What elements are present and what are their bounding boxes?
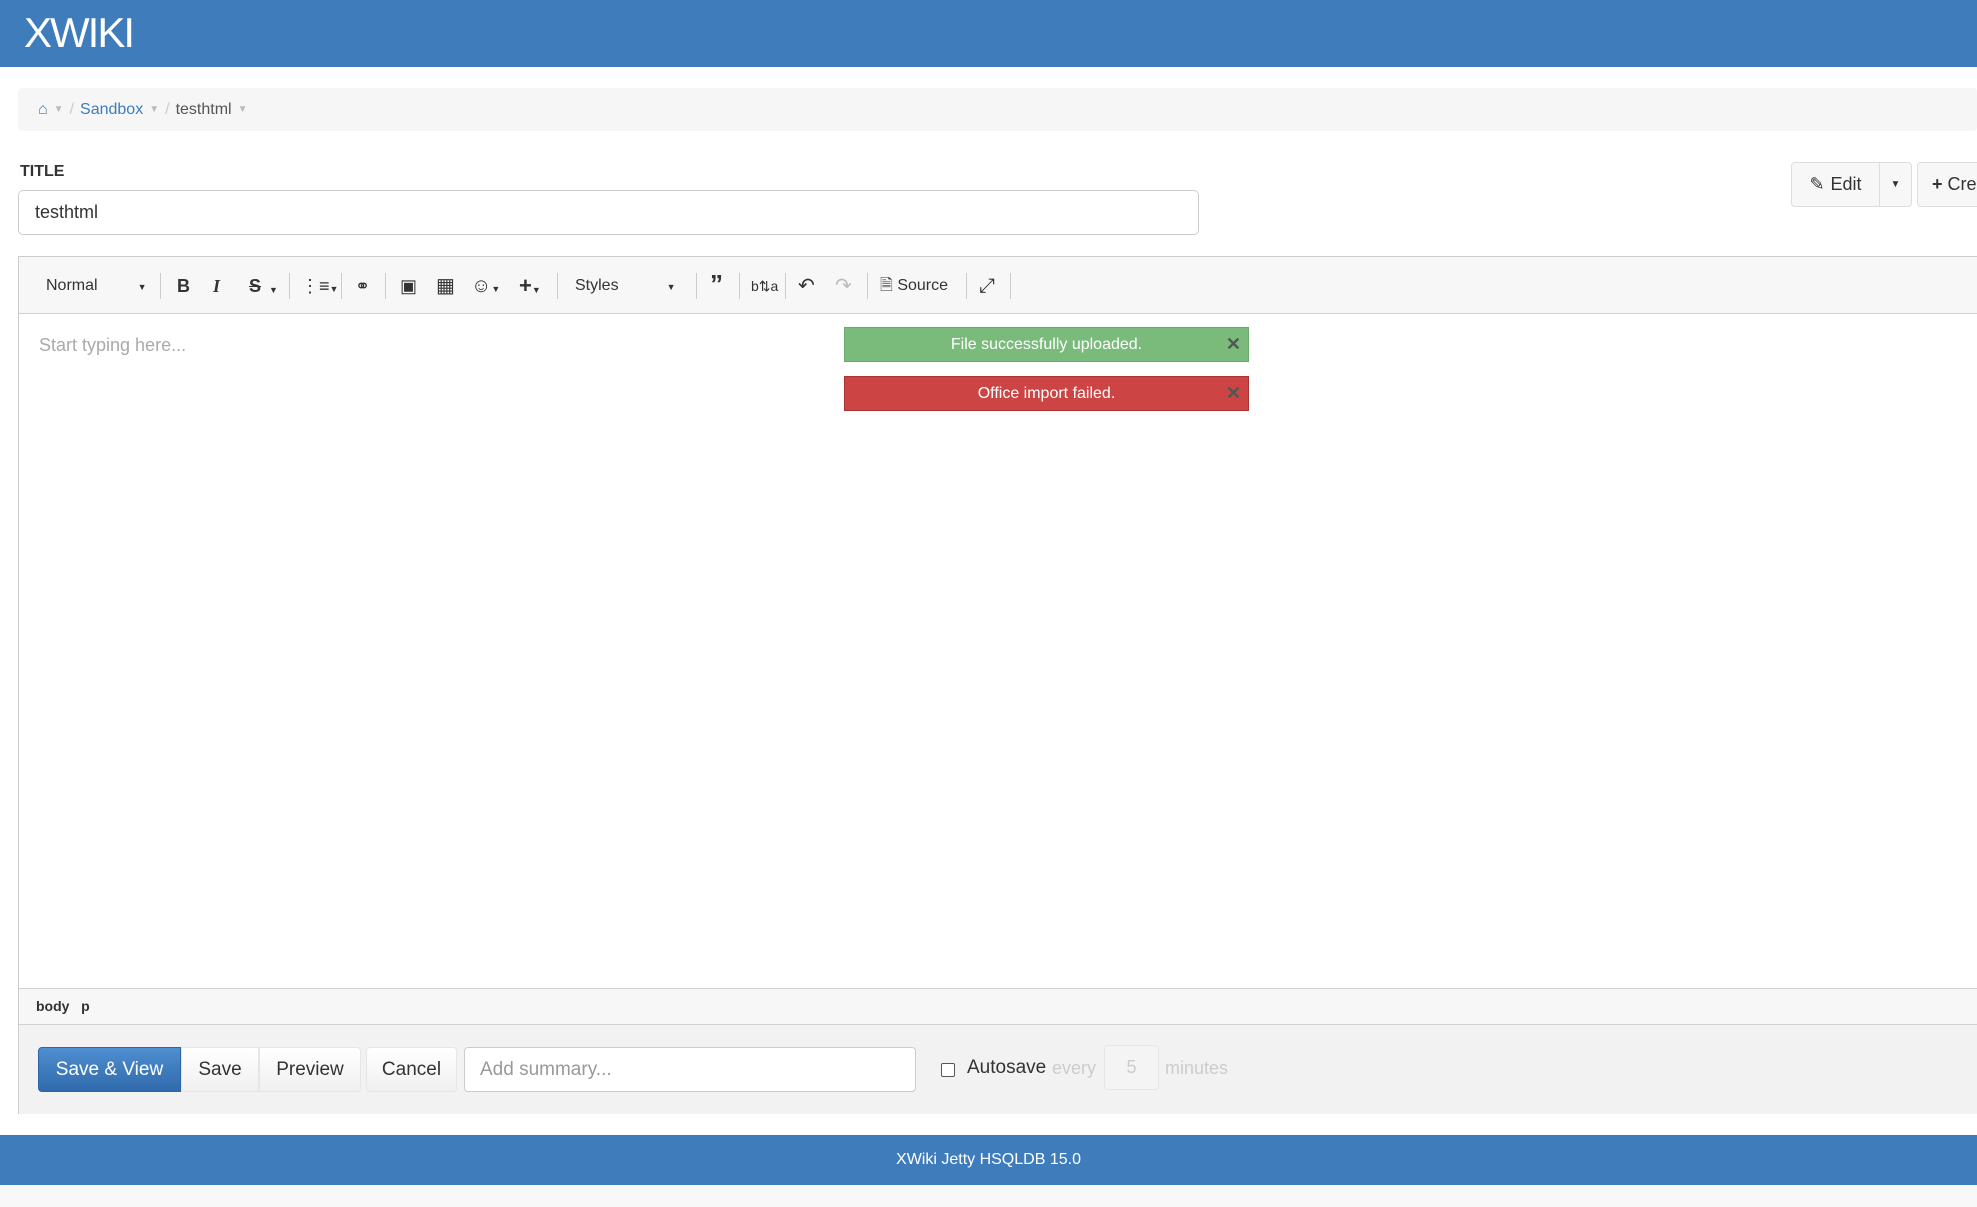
title-input[interactable]: testhtml [18,190,1199,235]
emoji-icon[interactable]: ☺▼ [471,275,500,300]
breadcrumb-sandbox[interactable]: Sandbox [80,101,143,119]
breadcrumb-separator: / [165,100,170,118]
error-notification: Office import failed. ✕ [844,376,1249,411]
styles-label: Styles [575,277,619,294]
xwiki-logo[interactable]: XWIKI [24,10,135,56]
path-p[interactable]: p [81,998,90,1014]
preview-button[interactable]: Preview [259,1047,361,1092]
blockquote-icon[interactable]: ” [710,271,723,297]
create-button[interactable]: + Cre [1917,162,1977,207]
toolbar-separator [696,273,697,299]
plus-icon: + [1932,174,1943,194]
close-icon[interactable]: ✕ [1226,328,1241,361]
cancel-button[interactable]: Cancel [366,1047,457,1092]
italic-icon[interactable]: I [213,275,220,297]
save-and-view-button[interactable]: Save & View [38,1047,181,1092]
edit-dropdown-button[interactable]: ▼ [1879,162,1912,207]
format-label: Normal [46,277,98,294]
toolbar-separator [160,273,161,299]
top-navbar: XWIKI [0,0,1977,67]
caret-down-icon[interactable]: ▼ [238,104,248,115]
styles-select[interactable]: Styles ▼ [575,275,676,298]
autosave-minutes-input[interactable]: 5 [1104,1045,1159,1090]
table-icon[interactable]: ▦ [436,275,455,297]
plus-icon[interactable]: +▼ [519,275,541,301]
notification-text: File successfully uploaded. [950,336,1143,353]
bold-icon[interactable]: B [177,275,190,297]
toolbar-separator [785,273,786,299]
home-icon[interactable]: ⌂ [38,101,48,119]
edit-label: Edit [1830,174,1862,194]
footer-text: XWiki Jetty HSQLDB 15.0 [896,1151,1081,1168]
toolbar-separator [1010,273,1011,299]
toolbar-separator [341,273,342,299]
toolbar-separator [289,273,290,299]
source-label: Source [897,277,949,294]
notification-text: Office import failed. [977,385,1116,402]
edit-actions-bar: Save & View Save Preview Cancel Add summ… [19,1025,1977,1114]
save-button[interactable]: Save [181,1047,259,1092]
image-icon[interactable]: ▣ [400,275,417,297]
wysiwyg-editor: Normal ▼ B I S ▼ ⋮≡▼ ⚭ ▣ ▦ ☺▼ +▼ Styles ▼ … [18,256,1977,1114]
source-button[interactable]: 🗎 Source [880,275,948,297]
text-direction-icon[interactable]: b⇅a [751,275,778,297]
breadcrumb: ⌂ ▼ / Sandbox ▼ / testhtml ▼ [18,88,1977,131]
minutes-label: minutes [1165,1058,1229,1078]
caret-down-icon: ▼ [137,282,147,292]
editor-placeholder[interactable]: Start typing here... [39,335,186,356]
source-icon: 🗎 [880,277,893,294]
redo-icon[interactable]: ↷ [835,275,852,297]
toolbar-separator [966,273,967,299]
summary-input[interactable]: Add summary... [464,1047,916,1092]
toolbar-separator [739,273,740,299]
path-body[interactable]: body [36,998,69,1014]
toolbar-separator [867,273,868,299]
page-bottom [0,1185,1977,1207]
caret-down-icon[interactable]: ▼ [269,279,278,301]
success-notification: File successfully uploaded. ✕ [844,327,1249,362]
caret-down-icon: ▼ [1890,179,1901,190]
toolbar-separator [385,273,386,299]
bulleted-list-icon[interactable]: ⋮≡▼ [301,275,338,300]
maximize-icon[interactable]: ⤢ [979,275,995,297]
breadcrumb-separator: / [69,100,75,118]
breadcrumb-current[interactable]: testhtml [176,101,232,119]
element-path-bar: body p [19,988,1977,1025]
link-icon[interactable]: ⚭ [355,275,370,297]
format-select[interactable]: Normal ▼ [46,275,146,298]
close-icon[interactable]: ✕ [1226,377,1241,410]
strikethrough-icon[interactable]: S [249,275,261,297]
autosave-label: Autosave [967,1057,1047,1078]
caret-down-icon: ▼ [666,282,676,292]
pencil-icon: ✎ [1809,174,1825,194]
caret-down-icon[interactable]: ▼ [149,104,159,115]
undo-icon[interactable]: ↶ [798,275,815,297]
edit-button[interactable]: ✎ Edit [1791,162,1880,207]
toolbar-separator [557,273,558,299]
create-label: Cre [1947,174,1977,194]
editor-toolbar: Normal ▼ B I S ▼ ⋮≡▼ ⚭ ▣ ▦ ☺▼ +▼ Styles ▼ … [19,257,1977,314]
footer: XWiki Jetty HSQLDB 15.0 [0,1135,1977,1185]
title-label: TITLE [20,163,65,180]
caret-down-icon[interactable]: ▼ [54,104,64,115]
every-label: every [1052,1058,1097,1078]
autosave-checkbox[interactable] [941,1063,955,1077]
